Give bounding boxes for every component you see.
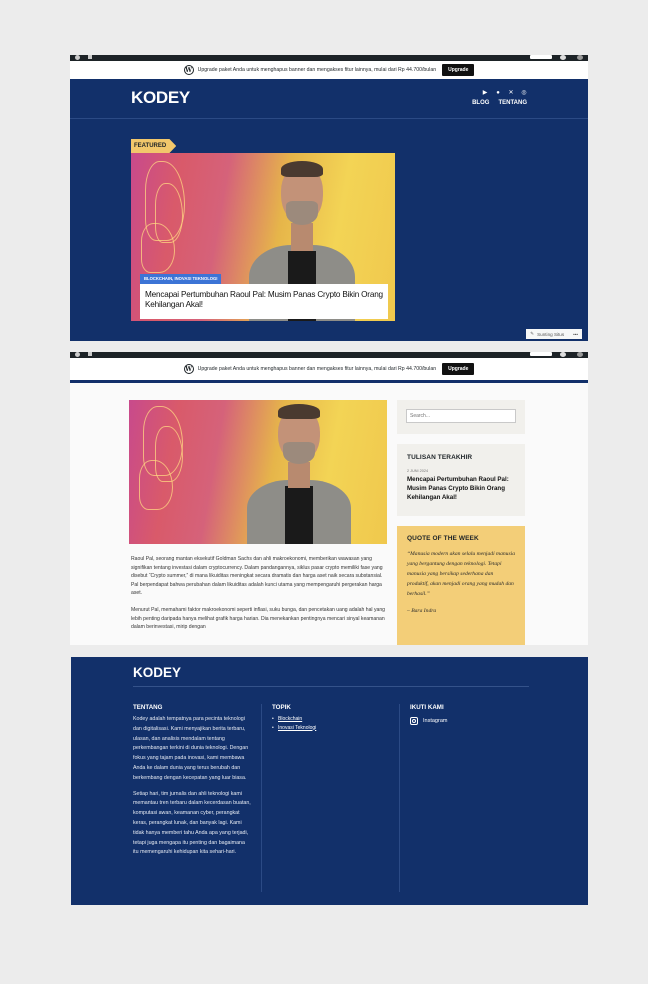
banner-text: Upgrade paket Anda untuk menghapus banne… xyxy=(197,366,437,372)
edit-site-button[interactable]: ✎ Sunting Situs ••• xyxy=(526,329,582,339)
notifications-icon[interactable] xyxy=(560,55,566,60)
youtube-icon[interactable]: ▶ xyxy=(482,90,488,96)
search-input[interactable] xyxy=(406,409,516,423)
edit-icon: ✎ xyxy=(530,331,535,336)
recent-posts-widget: TULISAN TERAKHIR 2 JUNI 2024 Mencapai Pe… xyxy=(397,444,525,516)
quote-widget: QUOTE OF THE WEEK “Manusia modern akan s… xyxy=(397,526,525,645)
recent-post-link[interactable]: Mencapai Pertumbuhan Raoul Pal: Musim Pa… xyxy=(407,475,515,502)
header-divider xyxy=(70,118,588,119)
quote-heading: QUOTE OF THE WEEK xyxy=(407,535,479,542)
site-footer: KODEY TENTANG Kodey adalah tempatnya par… xyxy=(71,657,588,905)
footer-topics: TOPIK Blockchain Inovasi Teknologi xyxy=(272,704,392,732)
wordpress-logo-icon: W xyxy=(183,65,194,75)
reader-icon[interactable] xyxy=(88,352,92,356)
nav-item-blog[interactable]: BLOG xyxy=(472,100,489,106)
wordpress-logo-icon: W xyxy=(183,364,194,374)
article-screen: W Upgrade paket Anda untuk menghapus ban… xyxy=(70,352,588,645)
article-paragraph: Menurut Pal, memahami faktor makroekonom… xyxy=(131,606,385,631)
featured-title[interactable]: Mencapai Pertumbuhan Raoul Pal: Musim Pa… xyxy=(145,290,383,310)
instagram-icon xyxy=(410,717,418,725)
upgrade-button[interactable]: Upgrade xyxy=(442,363,475,375)
banner-text: Upgrade paket Anda untuk menghapus banne… xyxy=(197,67,437,73)
social-links: ▶ ● ✕ ◎ xyxy=(482,90,527,96)
quote-author: – Bara Indra xyxy=(407,608,437,614)
reader-icon[interactable] xyxy=(88,55,92,59)
edit-site-label: Sunting Situs xyxy=(537,331,565,337)
footer-column-divider xyxy=(261,704,262,892)
home-screen: W Upgrade paket Anda untuk menghapus ban… xyxy=(70,55,588,341)
article-image xyxy=(129,400,387,544)
footer-divider xyxy=(133,686,529,687)
x-icon[interactable]: ✕ xyxy=(508,90,514,96)
main-nav: BLOG TENTANG xyxy=(472,100,527,106)
footer-follow: IKUTI KAMI Instagram xyxy=(410,704,530,725)
footer-site-title[interactable]: KODEY xyxy=(133,665,181,680)
header-strip xyxy=(70,380,588,383)
admin-bar-button[interactable] xyxy=(530,55,552,59)
instagram-link[interactable]: Instagram xyxy=(410,717,530,725)
footer-about-heading: TENTANG xyxy=(133,704,163,711)
footer-about: TENTANG Kodey adalah tempatnya para peci… xyxy=(133,704,251,858)
footer-about-text-2: Setiap hari, tim jurnalis dan ahli tekno… xyxy=(133,790,251,856)
site-title[interactable]: KODEY xyxy=(131,88,190,108)
upgrade-button[interactable]: Upgrade xyxy=(442,64,475,76)
search-widget xyxy=(397,400,525,434)
footer-follow-heading: IKUTI KAMI xyxy=(410,704,444,711)
article-paragraph: Raoul Pal, seorang mantan eksekutif Gold… xyxy=(131,556,383,597)
facebook-icon[interactable]: ● xyxy=(495,90,501,96)
instagram-icon[interactable]: ◎ xyxy=(521,90,527,96)
upgrade-banner: W Upgrade paket Anda untuk menghapus ban… xyxy=(70,61,588,79)
footer-topics-heading: TOPIK xyxy=(272,704,291,711)
avatar[interactable] xyxy=(577,55,583,60)
more-icon[interactable]: ••• xyxy=(573,332,578,337)
instagram-label: Instagram xyxy=(423,718,448,724)
recent-posts-heading: TULISAN TERAKHIR xyxy=(407,454,473,461)
quote-text: “Manusia modern akan selalu menjadi manu… xyxy=(407,551,515,597)
featured-badge: FEATURED xyxy=(131,139,177,153)
featured-card[interactable]: Mencapai Pertumbuhan Raoul Pal: Musim Pa… xyxy=(140,284,388,319)
notifications-icon[interactable] xyxy=(560,352,566,357)
wordpress-icon[interactable] xyxy=(75,55,80,60)
footer-topics-list: Blockchain Inovasi Teknologi xyxy=(272,715,392,732)
admin-bar-button[interactable] xyxy=(530,352,552,356)
wordpress-icon[interactable] xyxy=(75,352,80,357)
avatar[interactable] xyxy=(577,352,583,357)
article-body: Raoul Pal, seorang mantan eksekutif Gold… xyxy=(131,555,385,640)
footer-column-divider xyxy=(399,704,400,892)
footer-topic-link[interactable]: Blockchain xyxy=(272,715,392,724)
footer-topic-link[interactable]: Inovasi Teknologi xyxy=(272,724,392,733)
footer-about-text: Kodey adalah tempatnya para pecinta tekn… xyxy=(133,716,249,781)
nav-item-tentang[interactable]: TENTANG xyxy=(498,100,527,106)
upgrade-banner: W Upgrade paket Anda untuk menghapus ban… xyxy=(70,358,588,380)
recent-post-date: 2 JUNI 2024 xyxy=(407,469,429,473)
category-chip[interactable]: BLOCKCHAIN, INOVASI TEKNOLOGI xyxy=(140,274,222,284)
